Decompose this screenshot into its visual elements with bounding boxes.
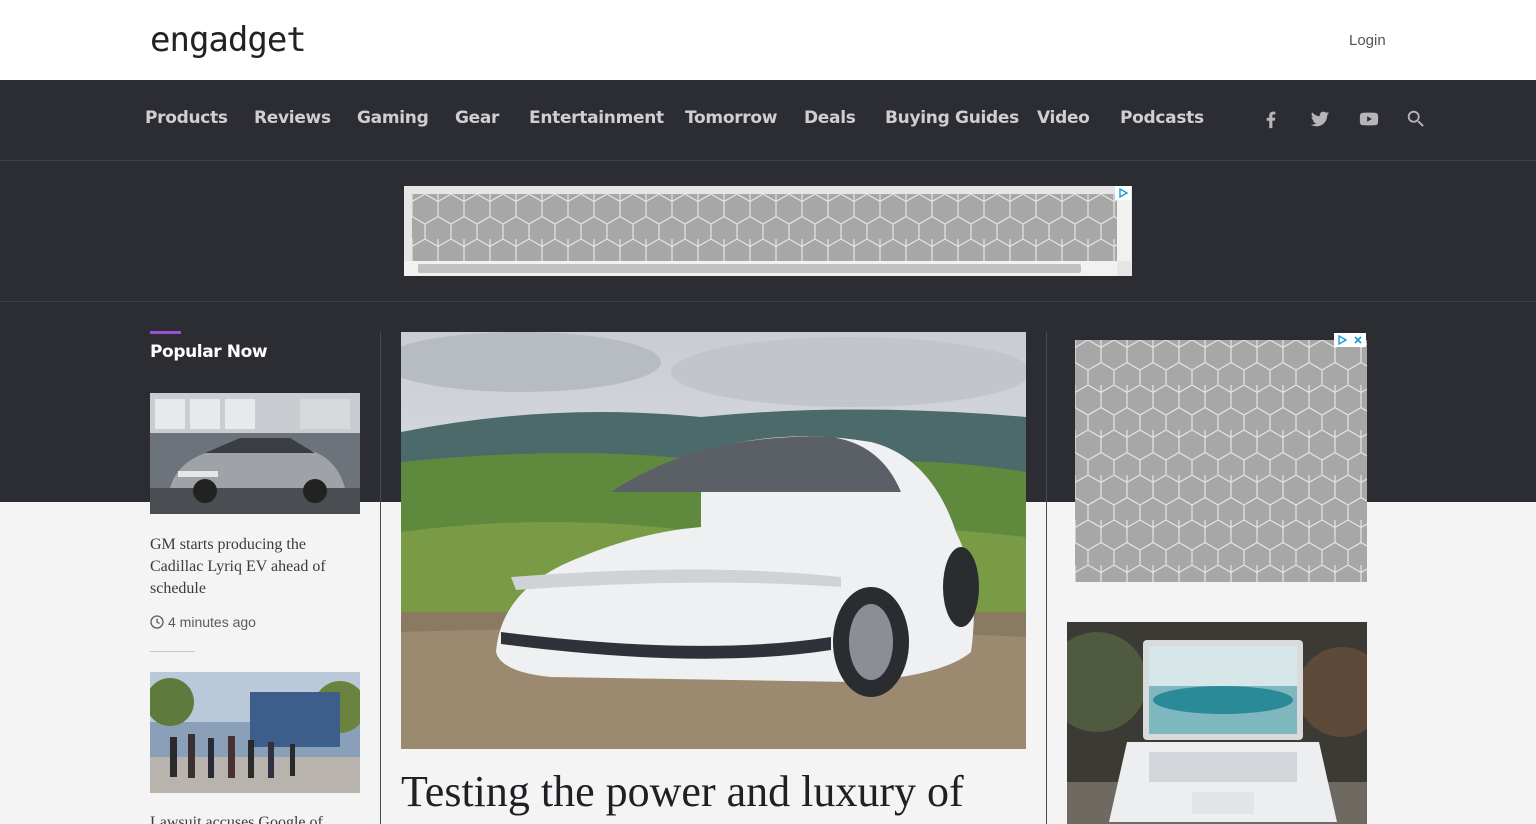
hero-headline[interactable]: Testing the power and luxury of (401, 768, 1041, 816)
popular-accent-bar (150, 331, 181, 334)
nav-item-deals[interactable]: Deals (804, 108, 856, 128)
close-icon[interactable] (1350, 333, 1366, 347)
twitter-icon[interactable] (1307, 106, 1333, 132)
nav-item-podcasts[interactable]: Podcasts (1120, 108, 1204, 128)
story-title[interactable]: GM starts producing the Cadillac Lyriq E… (150, 534, 350, 600)
nav-item-tomorrow[interactable]: Tomorrow (685, 108, 777, 128)
story-separator (150, 651, 195, 652)
top-header: engadget Login (0, 0, 1536, 80)
facebook-icon[interactable] (1258, 106, 1284, 132)
youtube-icon[interactable] (1356, 106, 1382, 132)
side-ad[interactable] (1075, 340, 1367, 582)
story-timestamp: 4 minutes ago (150, 614, 256, 630)
login-link[interactable]: Login (1349, 32, 1386, 49)
adchoices-icon[interactable] (1334, 333, 1350, 347)
nav-item-entertainment[interactable]: Entertainment (529, 108, 664, 128)
search-icon[interactable] (1403, 106, 1429, 132)
laptop-story-thumbnail[interactable] (1067, 622, 1367, 824)
column-divider (380, 332, 381, 824)
ad-scroll-thumb[interactable] (418, 264, 1081, 273)
story-time-label: 4 minutes ago (168, 614, 256, 630)
main-nav: Products Reviews Gaming Gear Entertainme… (0, 80, 1536, 161)
nav-item-gear[interactable]: Gear (455, 108, 499, 128)
ad-vertical-scrollbar[interactable] (1117, 194, 1131, 261)
story-title[interactable]: Lawsuit accuses Google of (150, 812, 350, 824)
nav-item-buying-guides[interactable]: Buying Guides (885, 108, 1019, 128)
nav-item-reviews[interactable]: Reviews (254, 108, 331, 128)
popular-heading: Popular Now (150, 342, 268, 362)
adchoices-icon[interactable] (1115, 186, 1131, 200)
column-divider (1046, 332, 1047, 824)
nav-item-products[interactable]: Products (145, 108, 228, 128)
hero-image[interactable] (401, 332, 1026, 749)
engadget-logo[interactable]: engadget (150, 22, 307, 58)
nav-item-gaming[interactable]: Gaming (357, 108, 429, 128)
clock-icon (150, 615, 164, 629)
story-thumbnail-google[interactable] (150, 672, 360, 793)
story-thumbnail-cadillac[interactable] (150, 393, 360, 514)
ad-pattern (412, 194, 1117, 261)
nav-item-video[interactable]: Video (1037, 108, 1090, 128)
